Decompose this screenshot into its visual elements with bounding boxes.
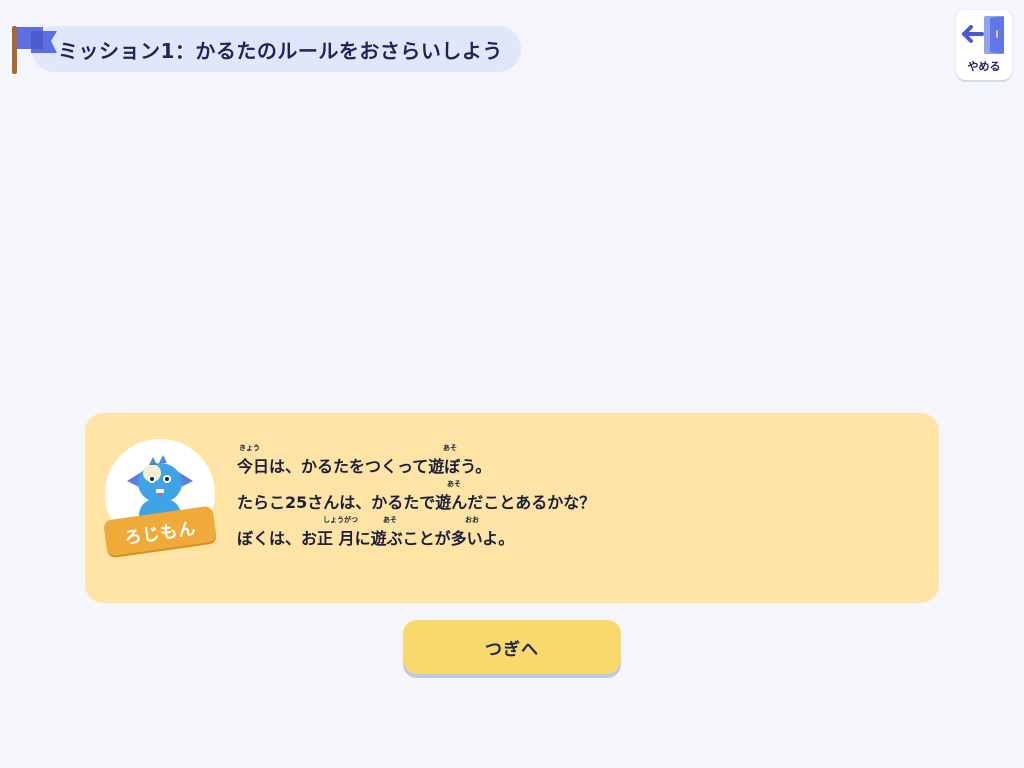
mission-title: ミッション1：かるたのルールをおさらいしよう [58,38,503,63]
ruby-reading: きょう [239,444,260,452]
dialog-line-text: たらこ25さんは、かるたで遊んだことあるかな？ [237,493,596,512]
dialog-line-2: あそ たらこ25さんは、かるたで遊んだことあるかな？ [237,479,877,515]
ruby-reading: あそ [443,444,457,452]
quit-button[interactable]: やめる [956,10,1012,80]
dialog-line-text: ぼくは、お正 月に遊ぶことが多いよ。 [237,529,515,548]
ruby-reading: あそ [383,516,397,524]
next-button-label: つぎへ [485,639,539,660]
dialog-box: ろじもん きょう あそ 今日は、かるたをつくって遊ぼう。 あそ たらこ25さんは… [85,413,939,603]
dialog-line-1: きょう あそ 今日は、かるたをつくって遊ぼう。 [237,443,877,479]
quit-button-label: やめる [967,60,1001,73]
next-button[interactable]: つぎへ [403,620,621,674]
dialog-line-3: しょうがつ あそ おお ぼくは、お正 月に遊ぶことが多いよ。 [237,515,877,551]
character-name: ろじもん [123,518,198,549]
mission-header: ミッション1：かるたのルールをおさらいしよう [10,24,610,76]
ruby-reading: おお [465,516,479,524]
dialog-line-text: 今日は、かるたをつくって遊ぼう。 [237,457,492,476]
ruby-reading: しょうがつ [323,516,358,524]
mission-title-pill: ミッション1：かるたのルールをおさらいしよう [32,26,521,72]
flag-icon [17,27,57,53]
ruby-reading: あそ [447,480,461,488]
exit-door-icon [962,16,1004,54]
dialog-text: きょう あそ 今日は、かるたをつくって遊ぼう。 あそ たらこ25さんは、かるたで… [237,443,877,551]
